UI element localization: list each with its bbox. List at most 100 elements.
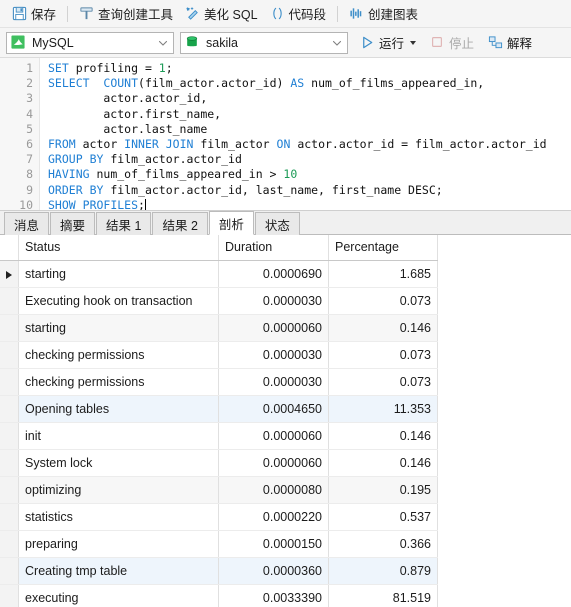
save-button[interactable]: 保存 — [6, 3, 62, 25]
cell-percentage[interactable]: 0.146 — [328, 449, 438, 477]
row-header-cell[interactable] — [0, 476, 19, 504]
cell-percentage[interactable]: 0.366 — [328, 530, 438, 558]
cell-percentage[interactable]: 0.146 — [328, 314, 438, 342]
sql-code-area[interactable]: SET profiling = 1; SELECT COUNT(film_acto… — [40, 58, 571, 210]
result-tab-1[interactable]: 摘要 — [50, 212, 96, 235]
cell-status[interactable]: optimizing — [18, 476, 219, 504]
cell-percentage[interactable]: 0.073 — [328, 368, 438, 396]
table-row[interactable]: checking permissions 0.0000030 0.073 — [0, 341, 438, 369]
row-header-cell[interactable] — [0, 395, 19, 423]
explain-button[interactable]: 解释 — [486, 33, 534, 52]
table-row[interactable]: starting 0.0000060 0.146 — [0, 314, 438, 342]
row-header-cell[interactable] — [0, 287, 19, 315]
cell-status[interactable]: System lock — [18, 449, 219, 477]
row-header-cell[interactable] — [0, 368, 19, 396]
cell-status[interactable]: Creating tmp table — [18, 557, 219, 585]
row-header-cell[interactable] — [0, 341, 19, 369]
cell-duration[interactable]: 0.0000150 — [218, 530, 329, 558]
connection-value: MySQL — [32, 35, 74, 50]
cell-duration[interactable]: 0.0000030 — [218, 368, 329, 396]
cell-percentage[interactable]: 0.879 — [328, 557, 438, 585]
table-row[interactable]: init 0.0000060 0.146 — [0, 422, 438, 450]
cell-status[interactable]: starting — [18, 314, 219, 342]
explain-button-label: 解释 — [507, 37, 533, 51]
cell-duration[interactable]: 0.0000690 — [218, 260, 329, 288]
table-row[interactable]: System lock 0.0000060 0.146 — [0, 449, 438, 477]
row-header-cell[interactable] — [0, 422, 19, 450]
cell-duration[interactable]: 0.0000220 — [218, 503, 329, 531]
cell-status[interactable]: checking permissions — [18, 341, 219, 369]
row-header-cell[interactable] — [0, 314, 19, 342]
cell-duration[interactable]: 0.0000060 — [218, 422, 329, 450]
schema-select[interactable]: sakila — [180, 31, 348, 54]
code-snippet-icon — [270, 6, 285, 21]
cell-duration[interactable]: 0.0033390 — [218, 584, 329, 607]
save-icon — [12, 6, 27, 21]
cell-duration[interactable]: 0.0000030 — [218, 341, 329, 369]
stop-button-label: 停止 — [449, 37, 475, 51]
code-snippet-button[interactable]: 代码段 — [264, 3, 333, 25]
table-row[interactable]: Opening tables 0.0004650 11.353 — [0, 395, 438, 423]
table-row[interactable]: Executing hook on transaction 0.0000030 0.… — [0, 287, 438, 315]
cell-status[interactable]: statistics — [18, 503, 219, 531]
line-number: 4 — [26, 106, 33, 121]
cell-percentage[interactable]: 81.519 — [328, 584, 438, 607]
cell-status[interactable]: Opening tables — [18, 395, 219, 423]
cell-status[interactable]: starting — [18, 260, 219, 288]
cell-duration[interactable]: 0.0000080 — [218, 476, 329, 504]
connection-select[interactable]: MySQL — [6, 31, 174, 54]
toolbar-separator-2 — [337, 5, 339, 22]
cell-percentage[interactable]: 0.195 — [328, 476, 438, 504]
column-header-duration[interactable]: Duration — [218, 235, 329, 261]
query-builder-button[interactable]: 查询创建工具 — [73, 3, 179, 25]
cell-percentage[interactable]: 0.073 — [328, 341, 438, 369]
cell-duration[interactable]: 0.0004650 — [218, 395, 329, 423]
result-tab-0[interactable]: 消息 — [4, 212, 50, 235]
cell-status[interactable]: preparing — [18, 530, 219, 558]
create-chart-button[interactable]: 创建图表 — [343, 3, 424, 25]
result-tab-2[interactable]: 结果 1 — [96, 212, 152, 235]
result-tab-5[interactable]: 状态 — [254, 212, 300, 235]
caret-down-icon[interactable] — [410, 40, 417, 45]
sql-editor[interactable]: 1 2 3 4 5 6 7 8 9 10 SET profiling = 1; SELECT COU… — [0, 58, 571, 211]
row-header-cell[interactable] — [0, 584, 19, 607]
cell-duration[interactable]: 0.0000360 — [218, 557, 329, 585]
row-header-cell[interactable] — [0, 503, 19, 531]
table-row[interactable]: preparing 0.0000150 0.366 — [0, 530, 438, 558]
table-row[interactable]: executing 0.0033390 81.519 — [0, 584, 438, 607]
cell-percentage[interactable]: 11.353 — [328, 395, 438, 423]
cell-percentage[interactable]: 1.685 — [328, 260, 438, 288]
cell-duration[interactable]: 0.0000060 — [218, 314, 329, 342]
line-number: 5 — [26, 121, 33, 136]
cell-status[interactable]: init — [18, 422, 219, 450]
profile-table: Status Duration Percentage starting 0.000… — [0, 235, 438, 607]
cell-percentage[interactable]: 0.073 — [328, 287, 438, 315]
stop-button[interactable]: 停止 — [428, 33, 476, 52]
save-button-label: 保存 — [31, 8, 57, 22]
cell-percentage[interactable]: 0.146 — [328, 422, 438, 450]
table-row[interactable]: optimizing 0.0000080 0.195 — [0, 476, 438, 504]
table-row[interactable]: Creating tmp table 0.0000360 0.879 — [0, 557, 438, 585]
cell-duration[interactable]: 0.0000060 — [218, 449, 329, 477]
run-button[interactable]: 运行 — [358, 33, 418, 52]
cell-status[interactable]: executing — [18, 584, 219, 607]
chevron-down-icon — [331, 37, 343, 49]
row-header-cell[interactable] — [0, 530, 19, 558]
code-line: ORDER BY film_actor.actor_id, last_name,… — [48, 182, 443, 197]
column-header-percentage[interactable]: Percentage — [328, 235, 438, 261]
result-tab-4[interactable]: 剖析 — [208, 211, 254, 235]
row-header-cell[interactable] — [0, 260, 19, 288]
result-tab-3[interactable]: 结果 2 — [152, 212, 208, 235]
table-row[interactable]: starting 0.0000690 1.685 — [0, 260, 438, 288]
beautify-sql-button[interactable]: 美化 SQL — [179, 3, 264, 25]
row-header-cell[interactable] — [0, 449, 19, 477]
table-row[interactable]: statistics 0.0000220 0.537 — [0, 503, 438, 531]
table-row[interactable]: checking permissions 0.0000030 0.073 — [0, 368, 438, 396]
cell-status[interactable]: checking permissions — [18, 368, 219, 396]
row-header-cell[interactable] — [0, 557, 19, 585]
code-line: actor.first_name, — [48, 106, 222, 121]
cell-status[interactable]: Executing hook on transaction — [18, 287, 219, 315]
cell-percentage[interactable]: 0.537 — [328, 503, 438, 531]
column-header-status[interactable]: Status — [18, 235, 219, 261]
cell-duration[interactable]: 0.0000030 — [218, 287, 329, 315]
